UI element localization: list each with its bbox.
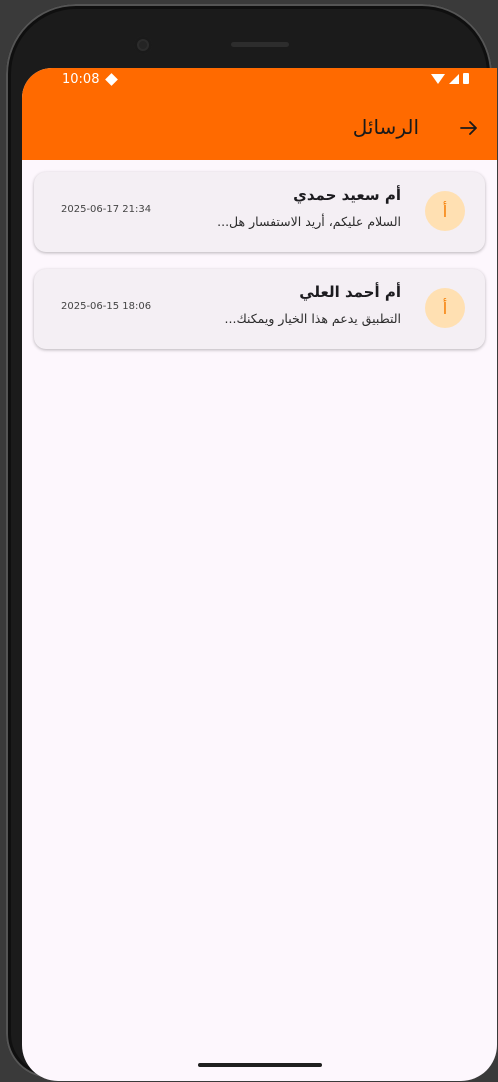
app-bar: 10:08 الرسائل (22, 68, 497, 160)
status-time-text: 10:08 (62, 72, 100, 87)
notification-icon (105, 73, 119, 86)
arrow-right-icon (460, 121, 477, 135)
home-indicator[interactable] (198, 1063, 322, 1067)
messages-list: أ أم سعيد حمدي السلام عليكم، أريد الاستف… (34, 172, 485, 366)
avatar: أ (425, 191, 465, 231)
device-top-bezel (0, 0, 498, 70)
message-preview: التطبيق يدعم هذا الخيار ويمكنك... (224, 311, 401, 326)
avatar: أ (425, 288, 465, 328)
battery-icon (463, 73, 469, 84)
message-card[interactable]: أ أم سعيد حمدي السلام عليكم، أريد الاستف… (34, 172, 485, 252)
sender-name: أم سعيد حمدي (293, 186, 401, 204)
app-screen: 10:08 الرسائل أ أم سعيد حمدي السلام عليك… (22, 68, 497, 1081)
message-preview: السلام عليكم، أريد الاستفسار هل... (217, 214, 401, 229)
front-camera (134, 36, 152, 54)
message-timestamp: 2025-06-17 21:34 (61, 204, 152, 215)
back-button[interactable] (455, 114, 483, 142)
page-title: الرسائل (352, 115, 419, 139)
message-timestamp: 2025-06-15 18:06 (61, 301, 152, 312)
signal-icon (449, 73, 459, 84)
wifi-icon (431, 73, 445, 84)
message-card[interactable]: أ أم أحمد العلي التطبيق يدعم هذا الخيار … (34, 269, 485, 349)
earpiece-speaker (231, 42, 289, 47)
status-bar-time: 10:08 (62, 72, 119, 87)
sender-name: أم أحمد العلي (299, 283, 401, 301)
status-bar-icons (431, 73, 469, 84)
